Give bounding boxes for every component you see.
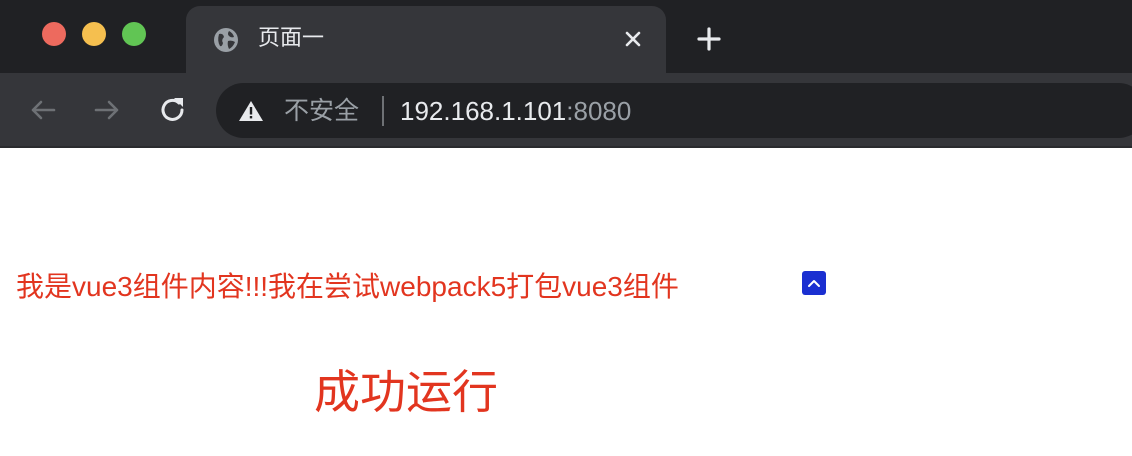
close-icon[interactable] <box>622 28 644 50</box>
url-port: :8080 <box>566 96 632 126</box>
chevron-up-icon <box>808 280 820 287</box>
maximize-window-button[interactable] <box>122 22 146 46</box>
browser-tab[interactable]: 页面一 <box>186 6 666 73</box>
tab-title: 页面一 <box>258 26 325 51</box>
security-label[interactable]: 不安全 <box>284 95 359 127</box>
browser-titlebar: 页面一 <box>0 0 1132 73</box>
minimize-window-button[interactable] <box>82 22 106 46</box>
url-host: 192.168.1.101 <box>400 96 567 126</box>
globe-icon <box>214 28 238 52</box>
chevron-up-button[interactable] <box>802 271 826 295</box>
address-bar[interactable]: 不安全 192.168.1.101:8080 <box>216 83 1132 138</box>
url-text[interactable]: 192.168.1.101:8080 <box>400 95 631 127</box>
browser-toolbar: 不安全 192.168.1.101:8080 <box>0 73 1132 148</box>
address-divider <box>382 96 384 126</box>
arrow-left-icon[interactable] <box>26 93 60 127</box>
success-heading: 成功运行 <box>314 365 498 419</box>
warning-icon[interactable] <box>238 99 264 123</box>
reload-icon[interactable] <box>156 93 190 127</box>
plus-icon[interactable] <box>694 24 724 54</box>
close-window-button[interactable] <box>42 22 66 46</box>
component-content-text: 我是vue3组件内容!!!我在尝试webpack5打包vue3组件 <box>16 271 679 302</box>
arrow-right-icon[interactable] <box>90 93 124 127</box>
